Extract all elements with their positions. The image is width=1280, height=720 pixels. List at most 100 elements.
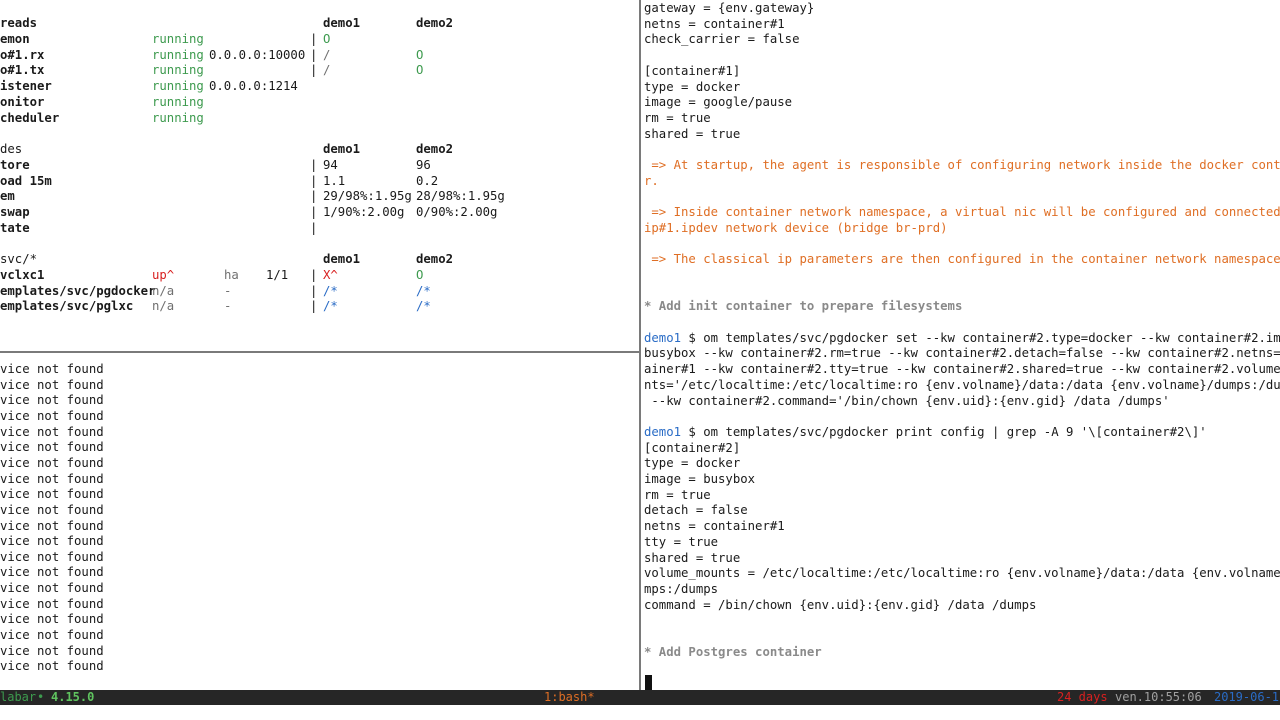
output-text: busybox --kw container#2.rm=true --kw co… <box>644 346 1280 361</box>
terminal-line: type = docker <box>644 79 740 95</box>
output-text: shared = true <box>644 126 741 141</box>
output-text: netns = container#1 <box>644 519 785 534</box>
terminal-line: netns = container#1 <box>644 16 785 32</box>
output-text: rm = true <box>644 110 711 125</box>
terminal-line: * Add init container to prepare filesyst… <box>644 298 962 314</box>
output-text: type = docker <box>644 79 741 94</box>
thread-name: cheduler <box>0 110 60 125</box>
column-separator: | <box>310 268 318 282</box>
tmux-status-bar: labar • 4.15.0 1:bash* 24 days ven.10:55… <box>0 690 1280 705</box>
step-comment: * Add init container to prepare filesyst… <box>644 299 963 314</box>
bash-pane[interactable]: gateway = {env.gateway} netns = container… <box>642 0 1280 690</box>
output-text: image = busybox <box>644 472 756 486</box>
error-line: vice not found <box>0 581 104 596</box>
annotation-text: ip#1.ipdev network device (bridge br-prd… <box>644 220 948 235</box>
error-line: vice not found <box>0 471 104 486</box>
thread-state: running <box>152 32 204 46</box>
node-metric-name: swap <box>0 205 30 220</box>
terminal-line: image = google/pause <box>644 94 792 110</box>
output-text: gateway = {env.gateway} <box>644 1 815 15</box>
services-header: svc/* <box>0 252 38 266</box>
service-name[interactable]: vclxc1 <box>0 268 44 282</box>
node-metric-demo2: 96 <box>416 158 431 172</box>
terminal-line: netns = container#1 <box>644 518 785 534</box>
node-header-demo2: demo2 <box>416 16 454 30</box>
thread-status-demo1: / <box>323 47 331 62</box>
output-text: rm = true <box>644 487 711 502</box>
threads-header: reads <box>0 16 38 30</box>
terminal-line: volume_mounts = /etc/localtime:/etc/loca… <box>644 565 1280 581</box>
output-text: command = /bin/chown {env.uid}:{env.gid}… <box>644 597 1037 612</box>
thread-status-demo2: O <box>416 47 424 62</box>
thread-state: running <box>152 63 204 78</box>
terminal-line: [container#2] <box>644 440 740 456</box>
step-comment: * Add Postgres container <box>644 644 822 659</box>
service-status-demo1: X^ <box>323 268 338 282</box>
error-line: vice not found <box>0 596 104 611</box>
terminal-line: nts='/etc/localtime:/etc/localtime:ro {e… <box>644 377 1280 393</box>
node-header-demo2: demo2 <box>416 142 454 156</box>
terminal-line: r. <box>644 173 659 189</box>
service-status-demo2: /* <box>416 299 431 314</box>
terminal-line: tty = true <box>644 534 718 550</box>
node-metric-name: tate <box>0 220 30 235</box>
pane-divider-vertical[interactable] <box>639 0 641 690</box>
error-line: vice not found <box>0 565 104 580</box>
service-instances: 1/1 <box>266 268 289 282</box>
terminal-line: mps:/dumps <box>644 581 718 597</box>
service-status-demo1: /* <box>323 299 338 314</box>
service-name[interactable]: emplates/svc/pglxc <box>0 299 133 313</box>
terminal-line: detach = false <box>644 502 748 518</box>
service-name[interactable]: emplates/svc/pgdocker <box>0 284 155 298</box>
thread-name: emon <box>0 32 30 46</box>
monitor-pane[interactable]: reads demo1 demo2 emon running | Oo#1.rx runnin… <box>0 0 639 351</box>
output-text: image = google/pause <box>644 95 793 110</box>
thread-name: istener <box>0 79 52 94</box>
thread-state: running <box>152 79 204 94</box>
terminal-line: shared = true <box>644 550 740 566</box>
error-log-pane[interactable]: vice not found vice not found vice not fou… <box>0 354 639 690</box>
output-text: tty = true <box>644 534 719 549</box>
column-separator: | <box>310 47 318 62</box>
terminal-line: ip#1.ipdev network device (bridge br-prd… <box>644 220 948 236</box>
terminal-line: demo1 $ om templates/svc/pgdocker set --… <box>644 330 1280 346</box>
status-date: 2019-06-1 <box>1214 690 1280 704</box>
status-hostname: labar <box>0 690 37 704</box>
output-text: check_carrier = false <box>644 32 800 47</box>
output-text: volume_mounts = /etc/localtime:/etc/loca… <box>644 566 1280 581</box>
nodes-header: des <box>0 142 23 156</box>
terminal-line: check_carrier = false <box>644 31 799 47</box>
output-text: netns = container#1 <box>644 16 785 31</box>
pane-divider-horizontal[interactable] <box>0 351 639 353</box>
error-line: vice not found <box>0 455 104 470</box>
node-metric-demo2: 28/98%:1.95g <box>416 189 505 204</box>
node-metric-demo2: 0.2 <box>416 173 439 188</box>
annotation-text: r. <box>644 173 659 188</box>
service-status-demo2: O <box>416 268 424 282</box>
terminal-line: busybox --kw container#2.rm=true --kw co… <box>644 345 1280 361</box>
column-separator: | <box>310 205 318 220</box>
thread-status-demo1: O <box>323 32 331 46</box>
output-text: [container#2] <box>644 440 741 455</box>
terminal-line: demo1 $ om templates/svc/pgdocker print … <box>644 424 1207 440</box>
service-status: up^ <box>152 268 175 282</box>
shell-prompt-host: demo1 <box>644 330 682 345</box>
node-header-demo1: demo1 <box>323 16 361 30</box>
terminal-line: ainer#1 --kw container#2.tty=true --kw c… <box>644 361 1280 377</box>
terminal-line: gateway = {env.gateway} <box>644 0 814 16</box>
terminal-cursor <box>645 675 652 690</box>
node-metric-demo1: 94 <box>323 158 338 172</box>
status-window-tab[interactable]: 1:bash* <box>544 690 595 705</box>
output-text: detach = false <box>644 503 748 518</box>
node-metric-demo1: 1/90%:2.00g <box>323 205 405 220</box>
column-separator: | <box>310 32 318 46</box>
error-line: vice not found <box>0 440 104 455</box>
terminal-line: image = busybox <box>644 471 755 487</box>
error-line: vice not found <box>0 549 104 564</box>
node-metric-name: em <box>0 189 15 204</box>
output-text: shared = true <box>644 550 741 565</box>
node-header-demo1: demo1 <box>323 142 361 156</box>
thread-state: running <box>152 47 204 62</box>
column-separator: | <box>310 299 318 314</box>
output-text: ainer#1 --kw container#2.tty=true --kw c… <box>644 362 1280 377</box>
